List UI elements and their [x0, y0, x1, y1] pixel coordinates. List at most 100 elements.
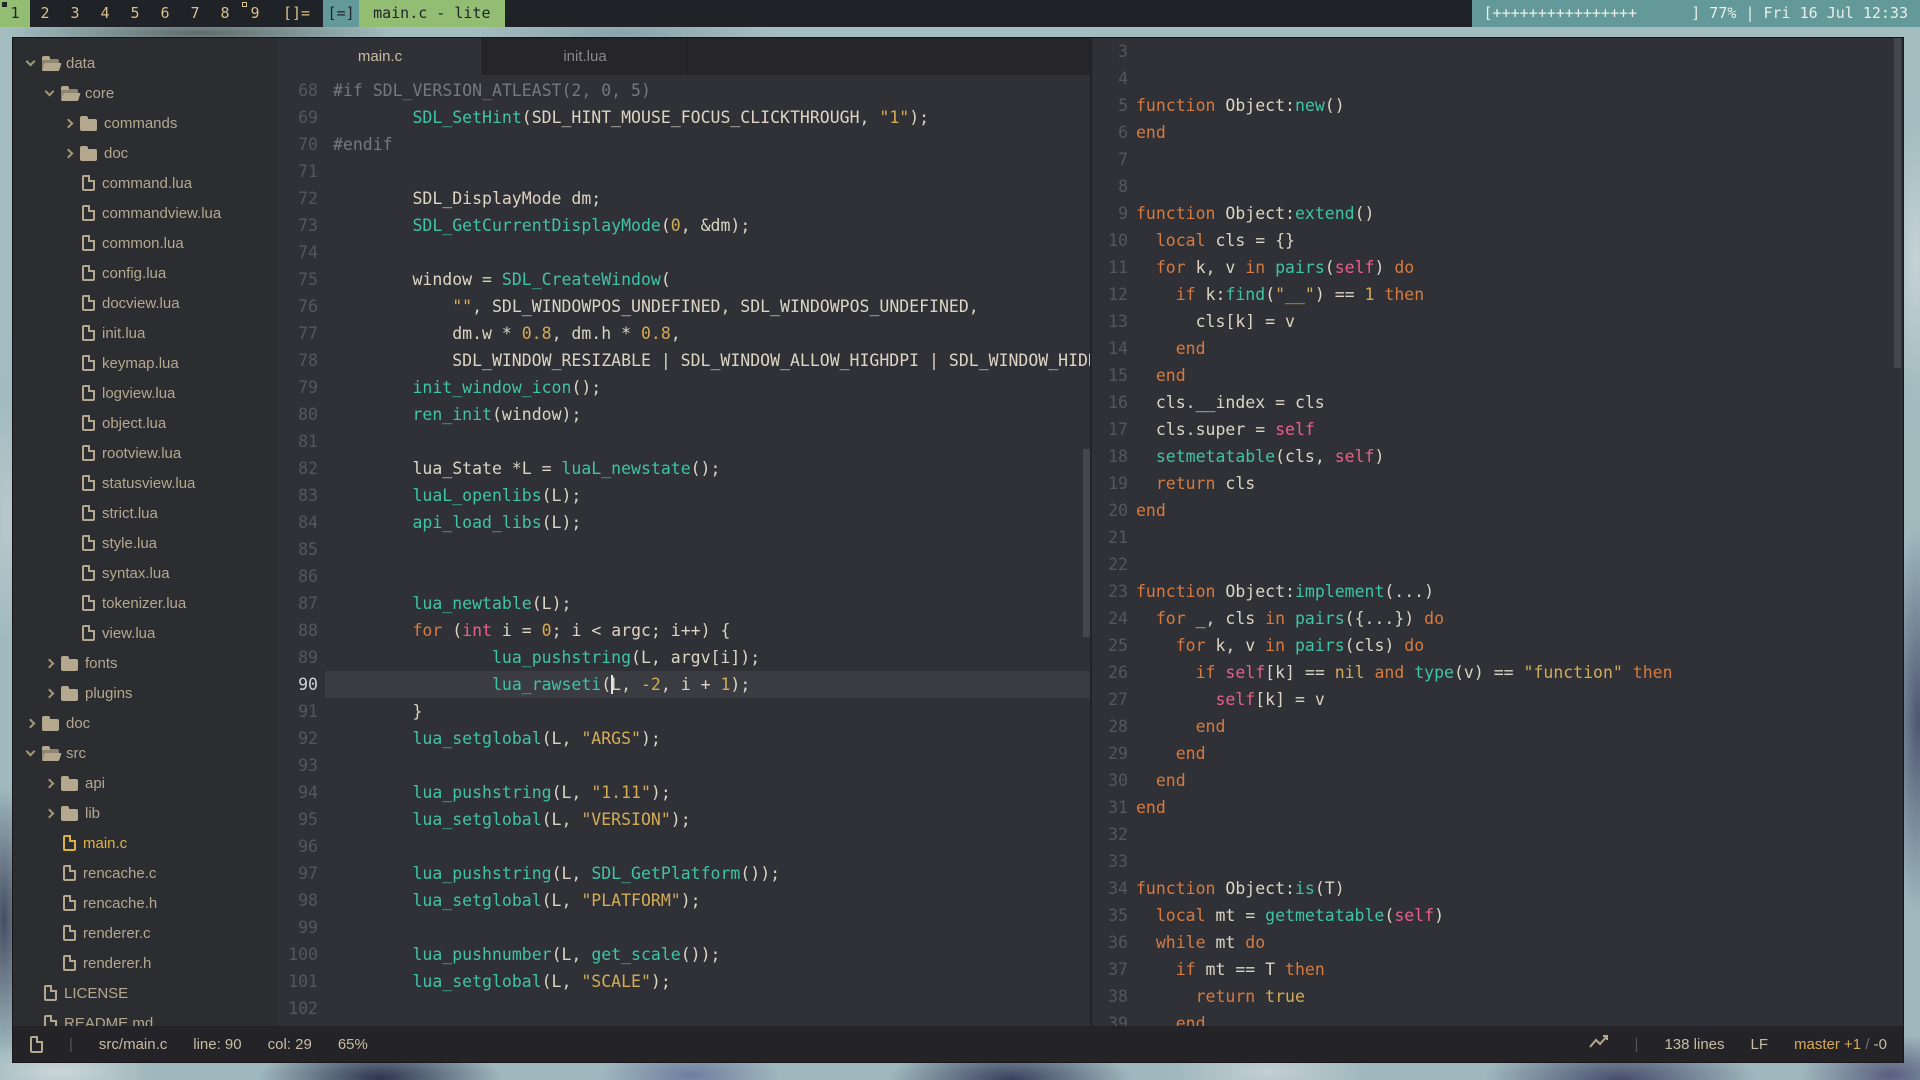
status-filename: src/main.c [99, 1036, 167, 1053]
line-number: 5 [1092, 92, 1128, 119]
workspace-tag-3[interactable]: 3 [60, 0, 90, 27]
chevron-right-icon[interactable] [45, 688, 55, 698]
chevron-down-icon[interactable] [26, 57, 36, 67]
code-text: lua_rawseti(L, -2, i + 1); [333, 671, 750, 698]
line-number: 10 [1092, 227, 1128, 254]
chevron-right-icon[interactable] [45, 658, 55, 668]
tree-item-common-lua[interactable]: common.lua [13, 228, 278, 258]
file-icon [82, 415, 95, 431]
line-number: 70 [278, 131, 318, 158]
tree-item-keymap-lua[interactable]: keymap.lua [13, 348, 278, 378]
tree-item-data[interactable]: data [13, 48, 278, 78]
tree-item-label: object.lua [102, 415, 166, 432]
chevron-down-icon[interactable] [26, 747, 36, 757]
workspace-tag-6[interactable]: 6 [150, 0, 180, 27]
tree-item-statusview-lua[interactable]: statusview.lua [13, 468, 278, 498]
line-number: 37 [1092, 956, 1128, 983]
tree-item-logview-lua[interactable]: logview.lua [13, 378, 278, 408]
tree-item-renderer-c[interactable]: renderer.c [13, 918, 278, 948]
tree-item-src[interactable]: src [13, 738, 278, 768]
chevron-right-icon[interactable] [45, 808, 55, 818]
layout-symbol[interactable]: []= [270, 0, 323, 27]
code-line-101: 101 lua_setglobal(L, "SCALE"); [278, 968, 1090, 995]
code-text: dm.w * 0.8, dm.h * 0.8, [333, 320, 681, 347]
code-text: lua_newtable(L); [333, 590, 571, 617]
tree-item-api[interactable]: api [13, 768, 278, 798]
code-line-30: 30 end [1092, 767, 1903, 794]
scrollbar-thumb[interactable] [1083, 449, 1090, 637]
battery-indicator: [++++++++++++++++ ] 77% [1484, 4, 1737, 22]
tree-item-object-lua[interactable]: object.lua [13, 408, 278, 438]
workspace-tag-9[interactable]: 9 [240, 0, 270, 27]
code-line-80: 80 ren_init(window); [278, 401, 1090, 428]
tree-item-rencache-h[interactable]: rencache.h [13, 888, 278, 918]
tree-item-style-lua[interactable]: style.lua [13, 528, 278, 558]
code-pane-right[interactable]: 345function Object:new()6end789function … [1092, 38, 1903, 1026]
chevron-right-icon[interactable] [45, 778, 55, 788]
tree-item-init-lua[interactable]: init.lua [13, 318, 278, 348]
workspace-tag-4[interactable]: 4 [90, 0, 120, 27]
tree-item-renderer-h[interactable]: renderer.h [13, 948, 278, 978]
tree-item-readme-md[interactable]: README.md [13, 1008, 278, 1026]
file-icon [82, 265, 95, 281]
tree-item-doc[interactable]: doc [13, 138, 278, 168]
line-number: 89 [278, 644, 318, 671]
line-number: 4 [1092, 65, 1128, 92]
chevron-right-icon[interactable] [64, 148, 74, 158]
workspace-tag-5[interactable]: 5 [120, 0, 150, 27]
tree-item-rootview-lua[interactable]: rootview.lua [13, 438, 278, 468]
workspace-tag-8[interactable]: 8 [210, 0, 240, 27]
line-number: 20 [1092, 497, 1128, 524]
tree-item-tokenizer-lua[interactable]: tokenizer.lua [13, 588, 278, 618]
code-line-98: 98 lua_setglobal(L, "PLATFORM"); [278, 887, 1090, 914]
tree-item-label: logview.lua [102, 385, 175, 402]
tree-item-rencache-c[interactable]: rencache.c [13, 858, 278, 888]
layout-extra-symbol: [=] [323, 0, 359, 27]
file-icon [63, 895, 76, 911]
line-number: 69 [278, 104, 318, 131]
tab-init-lua[interactable]: init.lua [483, 38, 688, 75]
clock: Fri 16 Jul 12:33 [1764, 4, 1909, 22]
chevron-right-icon[interactable] [26, 718, 36, 728]
tree-item-doc[interactable]: doc [13, 708, 278, 738]
code-text: lua_setglobal(L, "PLATFORM"); [333, 887, 701, 914]
code-text: end [1136, 740, 1206, 767]
tree-item-config-lua[interactable]: config.lua [13, 258, 278, 288]
code-line-100: 100 lua_pushnumber(L, get_scale()); [278, 941, 1090, 968]
git-deletions: -0 [1874, 1036, 1887, 1053]
tree-item-syntax-lua[interactable]: syntax.lua [13, 558, 278, 588]
tree-item-commands[interactable]: commands [13, 108, 278, 138]
tree-item-command-lua[interactable]: command.lua [13, 168, 278, 198]
chevron-right-icon[interactable] [64, 118, 74, 128]
line-number: 12 [1092, 281, 1128, 308]
tree-item-strict-lua[interactable]: strict.lua [13, 498, 278, 528]
code-text: "", SDL_WINDOWPOS_UNDEFINED, SDL_WINDOWP… [333, 293, 979, 320]
line-number: 76 [278, 293, 318, 320]
file-icon [82, 355, 95, 371]
line-number: 75 [278, 266, 318, 293]
line-number: 84 [278, 509, 318, 536]
code-line-77: 77 dm.w * 0.8, dm.h * 0.8, [278, 320, 1090, 347]
tree-item-core[interactable]: core [13, 78, 278, 108]
tree-item-label: commandview.lua [102, 205, 221, 222]
tree-item-lib[interactable]: lib [13, 798, 278, 828]
workspace-tag-2[interactable]: 2 [30, 0, 60, 27]
git-branch: master +1 [1794, 1036, 1861, 1053]
code-line-20: 20end [1092, 497, 1903, 524]
tab-main-c[interactable]: main.c [278, 38, 483, 75]
code-text: if k:find("__") == 1 then [1136, 281, 1424, 308]
chevron-down-icon[interactable] [45, 87, 55, 97]
tree-item-license[interactable]: LICENSE [13, 978, 278, 1008]
code-pane-main[interactable]: 68#if SDL_VERSION_ATLEAST(2, 0, 5)69 SDL… [278, 75, 1090, 1026]
status-col: col: 29 [268, 1036, 312, 1053]
workspace-tag-7[interactable]: 7 [180, 0, 210, 27]
tree-item-main-c[interactable]: main.c [13, 828, 278, 858]
tree-item-view-lua[interactable]: view.lua [13, 618, 278, 648]
tree-item-plugins[interactable]: plugins [13, 678, 278, 708]
scrollbar-thumb[interactable] [1894, 38, 1901, 368]
tree-item-docview-lua[interactable]: docview.lua [13, 288, 278, 318]
workspace-tag-1[interactable]: 1 [0, 0, 30, 27]
tree-item-fonts[interactable]: fonts [13, 648, 278, 678]
tree-item-commandview-lua[interactable]: commandview.lua [13, 198, 278, 228]
file-tree[interactable]: datacorecommandsdoccommand.luacommandvie… [13, 38, 278, 1026]
